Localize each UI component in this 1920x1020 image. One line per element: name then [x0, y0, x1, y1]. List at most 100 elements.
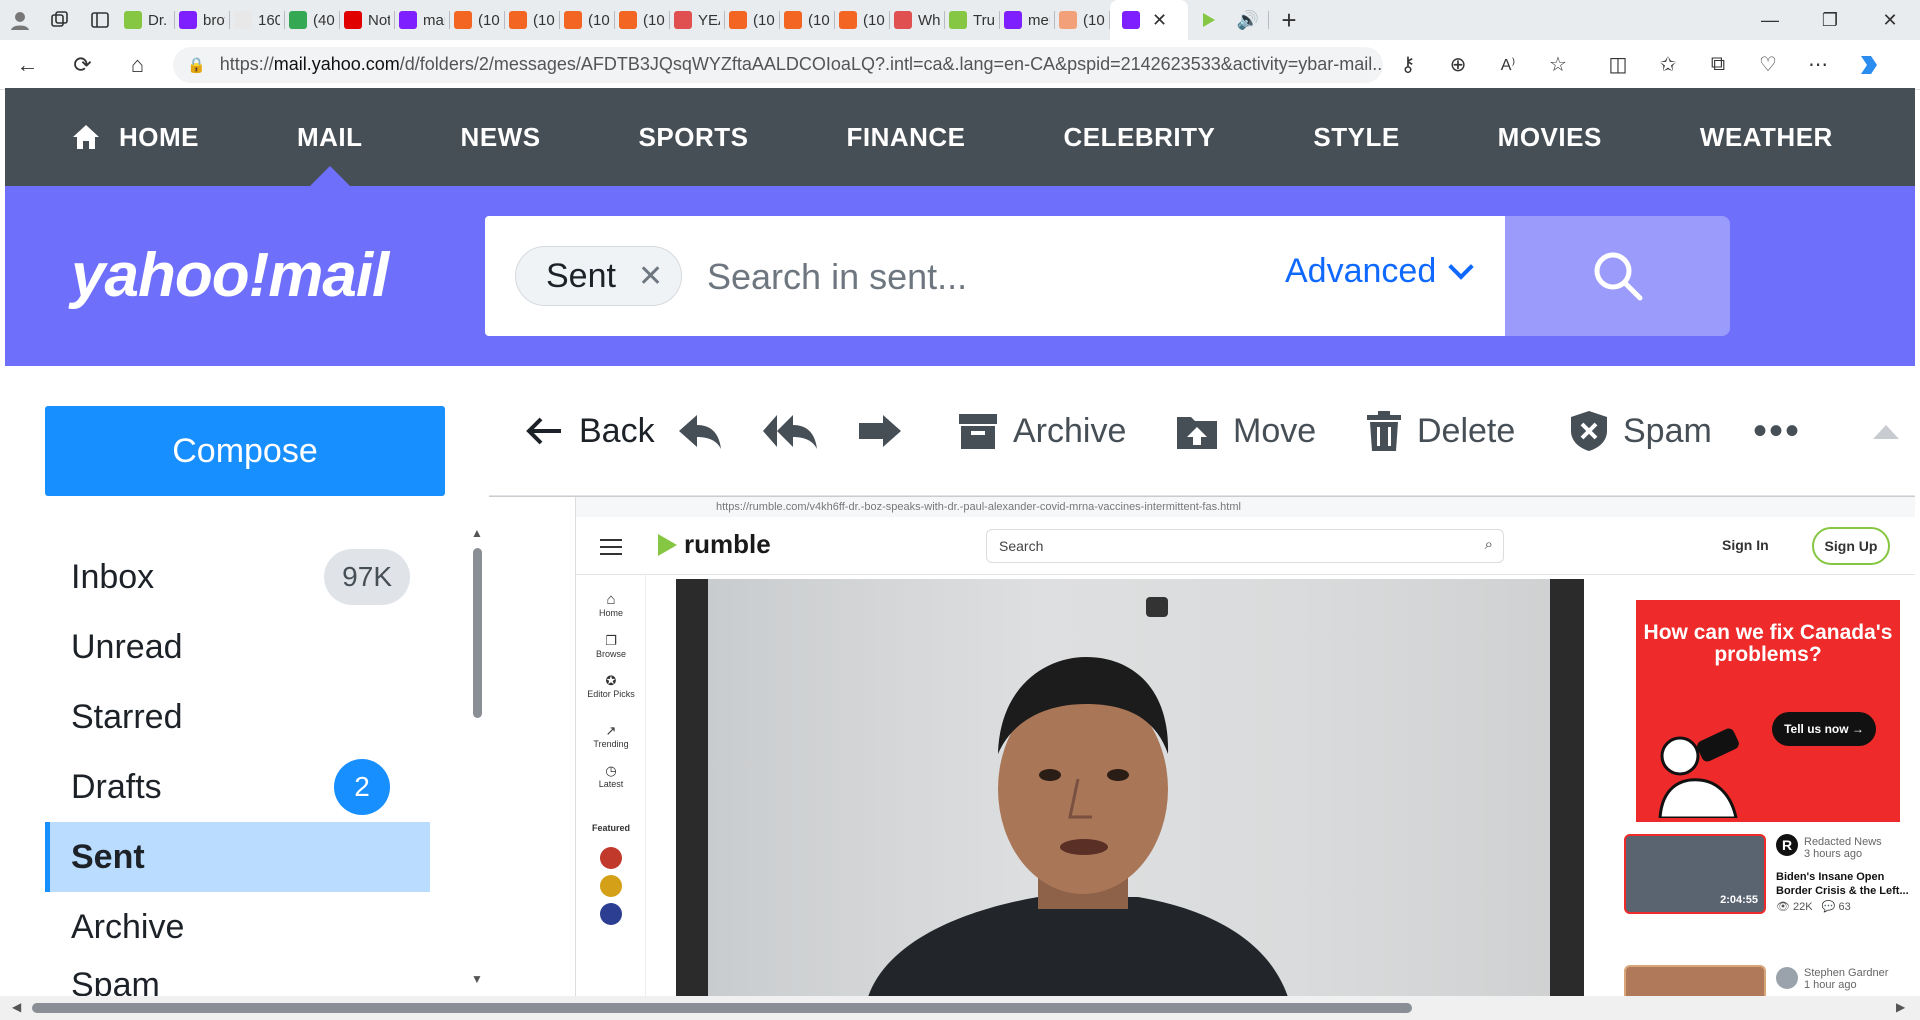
zoom-icon[interactable]: ⊕ — [1433, 40, 1483, 90]
nav-finance[interactable]: FINANCE — [846, 88, 965, 186]
home-icon[interactable]: ⌂ — [110, 40, 165, 90]
folder-drafts[interactable]: Drafts 2 — [45, 752, 430, 822]
new-tab-icon[interactable]: + — [1269, 0, 1309, 40]
key-icon[interactable]: ⚷ — [1383, 40, 1433, 90]
browser-tab[interactable]: Wha — [890, 0, 944, 40]
tab-favicon-icon — [894, 11, 912, 29]
advanced-search-button[interactable]: Advanced — [1285, 252, 1474, 291]
yahoo-mail-logo[interactable]: yahoo!mail — [71, 240, 389, 311]
browser-tab[interactable]: (403 — [285, 0, 339, 40]
scroll-thumb[interactable] — [473, 548, 482, 718]
url-input[interactable]: 🔒 https://mail.yahoo.com/d/folders/2/mes… — [173, 46, 1383, 83]
collapse-arrow-icon[interactable] — [1871, 366, 1915, 496]
scroll-left-arrow-icon[interactable]: ◀ — [12, 1000, 21, 1014]
minimize-icon[interactable]: — — [1740, 0, 1800, 40]
nav-news[interactable]: NEWS — [461, 88, 541, 186]
rumble-featured-label: Featured — [591, 823, 630, 833]
folder-archive[interactable]: Archive — [45, 892, 430, 962]
archive-button[interactable]: Archive — [957, 366, 1126, 496]
browser-tab[interactable]: (100 — [560, 0, 614, 40]
scroll-right-arrow-icon[interactable]: ▶ — [1896, 1000, 1905, 1014]
nav-style[interactable]: STYLE — [1313, 88, 1399, 186]
related-video-1: 2:04:55 R Redacted News 3 hours ago Biden… — [1624, 834, 1914, 914]
search-button[interactable] — [1505, 216, 1730, 336]
browser-tab[interactable]: Not F — [340, 0, 394, 40]
search-folder-chip[interactable]: Sent ✕ — [515, 246, 683, 306]
ad-title: How can we fix Canada's problems? — [1643, 621, 1893, 666]
compose-button[interactable]: Compose — [45, 406, 445, 496]
tab-actions-icon[interactable] — [80, 0, 120, 40]
browser-tab[interactable]: Dr. N — [120, 0, 174, 40]
browser-tab[interactable]: 160 F — [230, 0, 284, 40]
sidebar-scrollbar[interactable]: ▲ ▼ — [470, 526, 486, 986]
refresh-icon[interactable]: ⟳ — [55, 40, 110, 90]
copilot-icon[interactable] — [1843, 40, 1893, 90]
rumble-favicon-icon[interactable] — [1188, 0, 1228, 40]
browser-tab[interactable]: (100 — [725, 0, 779, 40]
spam-button[interactable]: Spam — [1569, 366, 1712, 496]
folder-label: Starred — [71, 697, 183, 736]
folder-starred[interactable]: Starred — [45, 682, 430, 752]
browser-tab[interactable]: Trum — [945, 0, 999, 40]
more-icon[interactable]: ⋯ — [1793, 40, 1843, 90]
browser-tab[interactable]: men — [1000, 0, 1054, 40]
delete-button[interactable]: Delete — [1365, 366, 1515, 496]
tab-title: YEAR — [698, 11, 720, 29]
chip-close-icon[interactable]: ✕ — [638, 259, 663, 294]
reply-button[interactable] — [677, 366, 737, 496]
performance-icon[interactable]: ♡ — [1743, 40, 1793, 90]
horizontal-scroll-thumb[interactable] — [32, 1003, 1412, 1013]
browser-tab[interactable]: mari — [395, 0, 449, 40]
browser-tab[interactable]: (100 — [780, 0, 834, 40]
read-aloud-icon[interactable]: A⁾ — [1483, 40, 1533, 90]
forward-button[interactable] — [857, 366, 917, 496]
close-window-icon[interactable]: ✕ — [1860, 0, 1920, 40]
browser-tab[interactable]: YEAR — [670, 0, 724, 40]
back-button[interactable]: Back — [525, 366, 655, 496]
nav-sports[interactable]: SPORTS — [639, 88, 749, 186]
reply-all-button[interactable] — [763, 366, 833, 496]
house-icon[interactable] — [71, 123, 101, 151]
scroll-up-arrow-icon[interactable]: ▲ — [471, 526, 483, 540]
channel-avatar — [1776, 967, 1798, 989]
search-input[interactable] — [707, 252, 1267, 302]
browser-tab[interactable]: (100 — [835, 0, 889, 40]
speaker-icon[interactable]: 🔊 — [1228, 0, 1268, 40]
profile-icon[interactable] — [0, 0, 40, 40]
folder-unread[interactable]: Unread — [45, 612, 430, 682]
workspaces-icon[interactable] — [40, 0, 80, 40]
collections-icon[interactable]: ⧉ — [1693, 40, 1743, 90]
browser-tab[interactable]: (100 — [505, 0, 559, 40]
back-arrow-icon[interactable]: ← — [0, 40, 55, 90]
nav-mail[interactable]: MAIL — [297, 88, 363, 186]
more-actions-icon[interactable]: ••• — [1753, 366, 1801, 496]
browser-tab-active[interactable]: ✕ — [1110, 0, 1188, 40]
split-screen-icon[interactable]: ◫ — [1593, 40, 1643, 90]
tab-title: (100 — [533, 11, 555, 29]
nav-label: Latest — [598, 779, 624, 789]
nav-weather[interactable]: WEATHER — [1700, 88, 1833, 186]
nav-home[interactable]: HOME — [119, 88, 199, 186]
nav-movies[interactable]: MOVIES — [1498, 88, 1602, 186]
horizontal-scrollbar[interactable]: ◀ ▶ — [0, 996, 1920, 1020]
browser-tab[interactable]: (100 — [615, 0, 669, 40]
browser-tab[interactable]: (100 — [450, 0, 504, 40]
browser-tab[interactable]: brow — [175, 0, 229, 40]
browser-tab[interactable]: (100 — [1055, 0, 1109, 40]
rumble-logo: rumble — [654, 529, 771, 560]
folder-sent[interactable]: Sent — [45, 822, 430, 892]
favorite-star-icon[interactable]: ☆ — [1533, 40, 1583, 90]
tab-close-icon[interactable]: ✕ — [1152, 10, 1167, 31]
tab-title: Wha — [918, 11, 940, 29]
nav-celebrity[interactable]: CELEBRITY — [1064, 88, 1216, 186]
restore-icon[interactable]: ❐ — [1800, 0, 1860, 40]
folder-spam[interactable]: Spam — [45, 962, 430, 996]
move-button[interactable]: Move — [1175, 366, 1316, 496]
favorites-icon[interactable]: ✩ — [1643, 40, 1693, 90]
nav-label: Trending — [593, 739, 629, 749]
active-caret — [309, 166, 350, 186]
channel-name: Stephen Gardner — [1804, 967, 1889, 979]
folder-inbox[interactable]: Inbox 97K — [45, 542, 430, 612]
scroll-down-arrow-icon[interactable]: ▼ — [471, 972, 483, 986]
comment-count: 63 — [1838, 901, 1851, 913]
